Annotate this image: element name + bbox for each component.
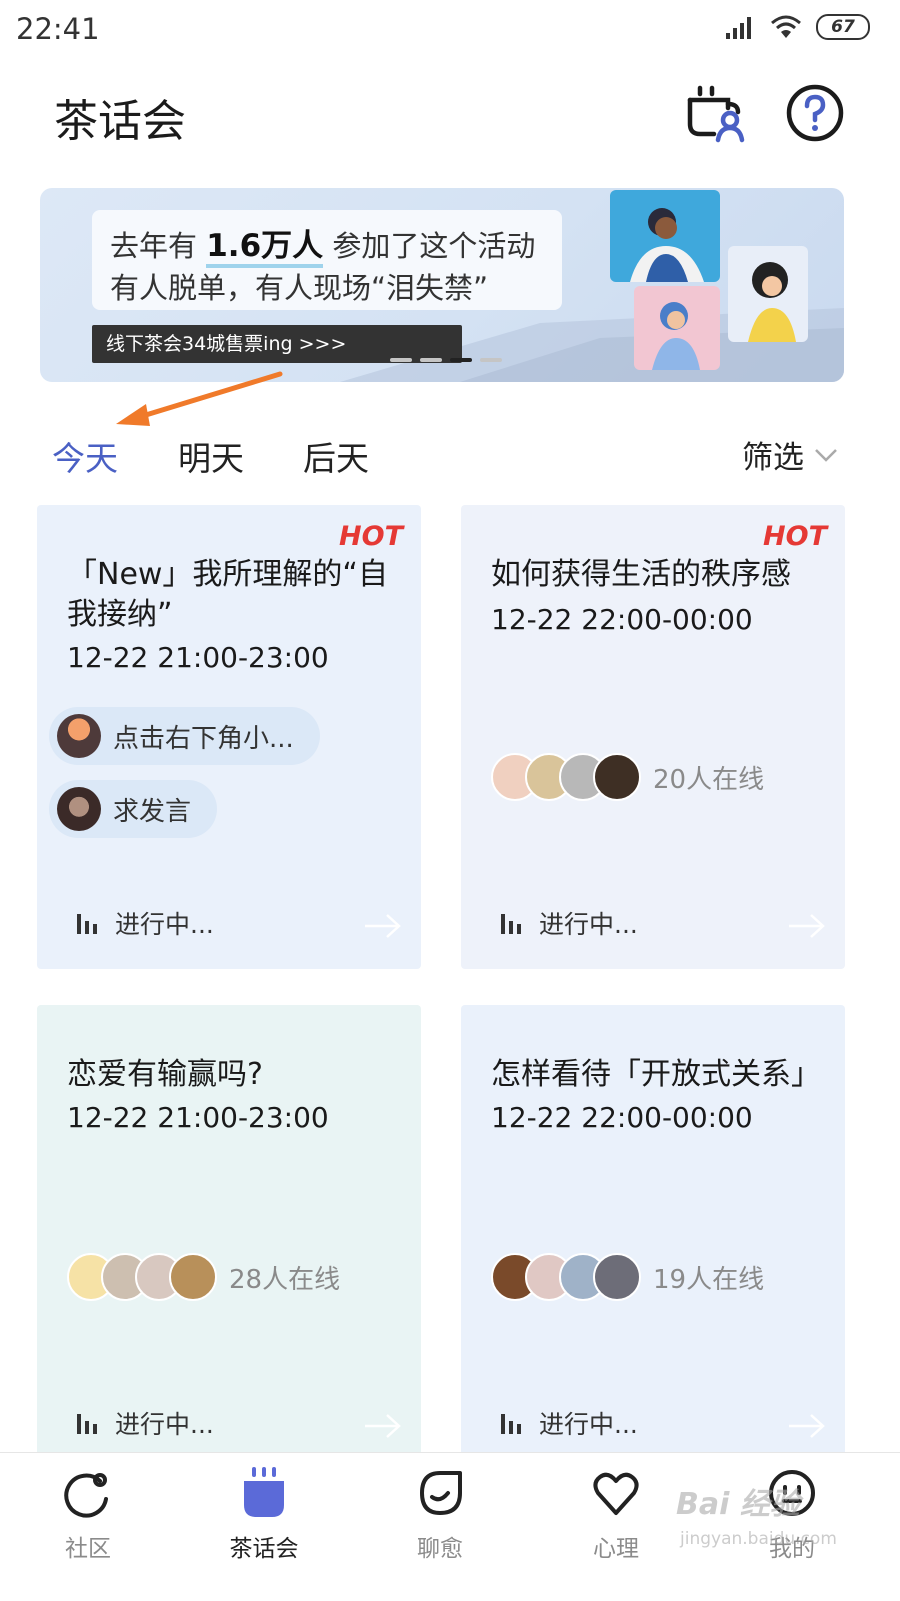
nav-label: 茶话会 <box>229 1536 299 1562</box>
live-bars-icon <box>501 914 521 934</box>
annotation-arrow-icon <box>116 371 283 426</box>
event-card[interactable]: HOT 如何获得生活的秩序感 12-22 22:00-00:00 20人在线 进… <box>461 505 845 969</box>
chip-text: 点击右下角小... <box>113 723 294 754</box>
nav-item-psychology[interactable]: 心理 <box>556 1467 676 1563</box>
online-users: 20人在线 <box>491 753 764 801</box>
card-time: 12-22 21:00-23:00 <box>67 641 329 674</box>
arrow-right-icon[interactable] <box>787 1411 827 1441</box>
card-status: 进行中... <box>75 1405 214 1441</box>
card-status: 进行中... <box>499 1405 638 1441</box>
banner-pagination <box>390 358 502 362</box>
avatar <box>57 787 101 831</box>
avatar <box>57 714 101 758</box>
community-icon <box>64 1473 108 1518</box>
tab-today[interactable]: 今天 <box>52 432 118 480</box>
banner-dot <box>420 358 442 362</box>
chat-heal-icon <box>420 1471 462 1515</box>
tab-tomorrow[interactable]: 明天 <box>178 432 244 480</box>
card-title: 如何获得生活的秩序感 <box>491 557 791 592</box>
watermark: Bai 经验 <box>676 1487 800 1522</box>
live-bars-icon <box>77 1414 97 1434</box>
card-time: 12-22 21:00-23:00 <box>67 1101 329 1134</box>
page-title: 茶话会 <box>54 96 186 147</box>
banner-dot <box>480 358 502 362</box>
arrow-right-icon[interactable] <box>363 1411 403 1441</box>
filter-label: 筛选 <box>742 440 804 476</box>
card-status: 进行中... <box>75 905 214 941</box>
banner-highlight: 1.6万人 <box>206 228 324 268</box>
tea-party-icon <box>244 1467 284 1517</box>
online-count: 20人在线 <box>653 764 765 795</box>
banner-text-suffix: 参加了这个活动 <box>323 229 536 263</box>
online-count: 28人在线 <box>229 1264 341 1295</box>
nav-label: 聊愈 <box>417 1536 463 1562</box>
status-text: 进行中... <box>539 1410 638 1439</box>
card-title: 怎样看待「开放式关系」 <box>491 1057 821 1092</box>
chip-text: 求发言 <box>113 796 192 827</box>
banner-illustration <box>610 190 808 370</box>
status-text: 进行中... <box>539 910 638 939</box>
status-bar: 22:41 67 <box>0 0 900 60</box>
banner-text-prefix: 去年有 <box>110 229 207 263</box>
help-button[interactable] <box>784 82 846 144</box>
nav-item-chat-heal[interactable]: 聊愈 <box>380 1467 500 1563</box>
status-text: 进行中... <box>115 910 214 939</box>
card-time: 12-22 22:00-00:00 <box>491 603 753 636</box>
tea-cup-user-icon <box>687 85 745 143</box>
hot-badge: HOT <box>763 521 827 552</box>
card-status: 进行中... <box>499 905 638 941</box>
card-title: 恋爱有输赢吗? <box>67 1057 263 1092</box>
avatar <box>169 1253 217 1301</box>
watermark-url: jingyan.baidu.com <box>680 1529 837 1549</box>
status-time: 22:41 <box>16 12 100 46</box>
bottom-nav: 社区 茶话会 聊愈 心理 我的 Bai 经验 jingyan.baidu.com <box>0 1452 900 1601</box>
event-card[interactable]: 恋爱有输赢吗? 12-22 21:00-23:00 28人在线 进行中... <box>37 1005 421 1469</box>
my-tea-party-button[interactable] <box>684 82 746 144</box>
card-time: 12-22 22:00-00:00 <box>491 1101 753 1134</box>
online-count: 19人在线 <box>653 1264 765 1295</box>
tab-day-after-tomorrow[interactable]: 后天 <box>303 432 369 480</box>
banner-dot <box>390 358 412 362</box>
avatar <box>593 1253 641 1301</box>
filter-button[interactable]: 筛选 <box>742 432 838 477</box>
online-users: 28人在线 <box>67 1253 340 1301</box>
chevron-down-icon <box>815 448 837 462</box>
battery-indicator: 67 <box>816 14 870 40</box>
banner-line-2: 有人脱单，有人现场“泪失禁” <box>110 271 489 305</box>
hot-badge: HOT <box>339 521 403 552</box>
question-icon <box>786 84 844 142</box>
nav-item-community[interactable]: 社区 <box>28 1467 148 1563</box>
card-title: 「New」我所理解的“自我接纳” <box>67 557 388 632</box>
banner-dot-active <box>450 358 472 362</box>
wifi-icon <box>771 15 801 38</box>
banner-bubble: 去年有 1.6万人 参加了这个活动 有人脱单，有人现场“泪失禁” <box>92 210 562 310</box>
event-card[interactable]: 怎样看待「开放式关系」 12-22 22:00-00:00 19人在线 进行中.… <box>461 1005 845 1469</box>
online-users: 19人在线 <box>491 1253 764 1301</box>
nav-label: 心理 <box>593 1536 639 1562</box>
heart-icon <box>593 1472 639 1515</box>
speaker-chip[interactable]: 求发言 <box>49 780 218 838</box>
live-bars-icon <box>501 1414 521 1434</box>
speaker-chip[interactable]: 点击右下角小... <box>49 707 320 765</box>
arrow-right-icon[interactable] <box>363 911 403 941</box>
arrow-right-icon[interactable] <box>787 911 827 941</box>
promo-banner[interactable]: 去年有 1.6万人 参加了这个活动 有人脱单，有人现场“泪失禁” 线下茶会34城… <box>40 188 844 382</box>
nav-item-tea-party[interactable]: 茶话会 <box>204 1467 324 1563</box>
nav-label: 社区 <box>65 1536 111 1562</box>
live-bars-icon <box>77 914 97 934</box>
status-text: 进行中... <box>115 1410 214 1439</box>
event-card[interactable]: HOT 「New」我所理解的“自我接纳” 12-22 21:00-23:00 点… <box>37 505 421 969</box>
avatar <box>593 753 641 801</box>
signal-icon <box>726 17 751 39</box>
